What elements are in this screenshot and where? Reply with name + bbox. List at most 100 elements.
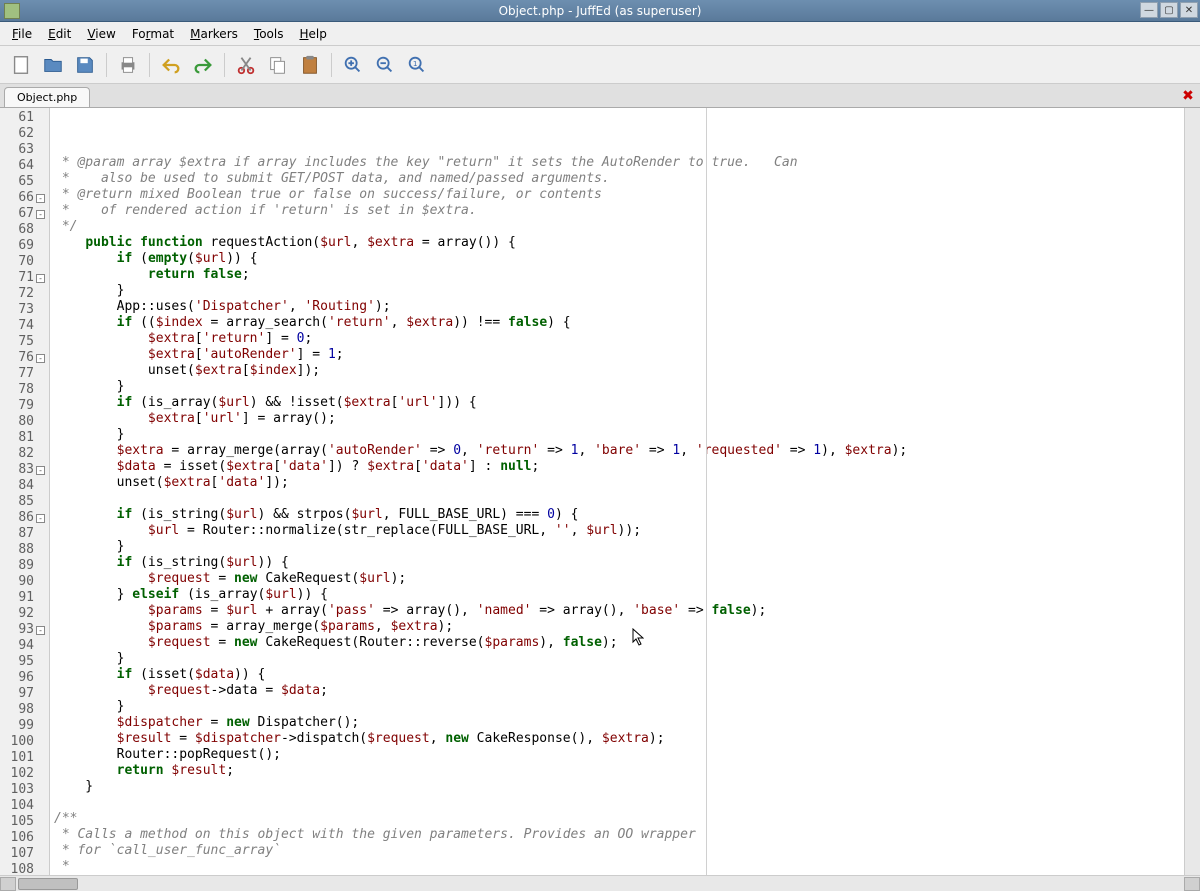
code-line[interactable]: if (is_string($url) && strpos($url, FULL… xyxy=(54,507,1184,523)
code-line[interactable]: * for `call_user_func_array` xyxy=(54,843,1184,859)
code-line[interactable]: $result = $dispatcher->dispatch($request… xyxy=(54,731,1184,747)
code-line[interactable]: return false; xyxy=(54,267,1184,283)
code-line[interactable]: $extra = array_merge(array('autoRender' … xyxy=(54,443,1184,459)
tab-bar: Object.php ✖ xyxy=(0,84,1200,108)
line-number: 79 xyxy=(0,398,49,414)
save-file-button[interactable] xyxy=(70,50,100,80)
fold-toggle-icon[interactable]: - xyxy=(36,514,45,523)
line-number: 68 xyxy=(0,222,49,238)
menu-format[interactable]: Format xyxy=(124,24,182,44)
scroll-right-button[interactable] xyxy=(1184,877,1200,891)
vertical-scrollbar[interactable] xyxy=(1184,108,1200,875)
menu-view[interactable]: View xyxy=(79,24,123,44)
line-number: 102 xyxy=(0,766,49,782)
code-line[interactable]: } xyxy=(54,651,1184,667)
code-line[interactable] xyxy=(54,795,1184,811)
code-line[interactable]: $extra['return'] = 0; xyxy=(54,331,1184,347)
menu-markers[interactable]: Markers xyxy=(182,24,246,44)
line-number: 93- xyxy=(0,622,49,638)
code-line[interactable]: /** xyxy=(54,811,1184,827)
code-line[interactable]: */ xyxy=(54,219,1184,235)
line-number: 75 xyxy=(0,334,49,350)
menu-help[interactable]: Help xyxy=(291,24,334,44)
new-file-button[interactable] xyxy=(6,50,36,80)
code-line[interactable]: if (isset($data)) { xyxy=(54,667,1184,683)
code-line[interactable]: } xyxy=(54,699,1184,715)
code-line[interactable]: * Calls a method on this object with the… xyxy=(54,827,1184,843)
code-line[interactable]: return $result; xyxy=(54,763,1184,779)
code-line[interactable]: public function requestAction($url, $ext… xyxy=(54,235,1184,251)
menu-edit[interactable]: Edit xyxy=(40,24,79,44)
scroll-left-button[interactable] xyxy=(0,877,16,891)
code-line[interactable]: } xyxy=(54,427,1184,443)
zoom-reset-button[interactable]: 1 xyxy=(402,50,432,80)
code-line[interactable]: if (is_array($url) && !isset($extra['url… xyxy=(54,395,1184,411)
line-number: 97 xyxy=(0,686,49,702)
toolbar-separator xyxy=(224,53,225,77)
code-line[interactable]: * also be used to submit GET/POST data, … xyxy=(54,171,1184,187)
close-button[interactable]: ✕ xyxy=(1180,2,1198,18)
line-number: 65 xyxy=(0,174,49,190)
fold-toggle-icon[interactable]: - xyxy=(36,194,45,203)
undo-button[interactable] xyxy=(156,50,186,80)
code-line[interactable]: if (($index = array_search('return', $ex… xyxy=(54,315,1184,331)
line-number: 94 xyxy=(0,638,49,654)
fold-toggle-icon[interactable]: - xyxy=(36,274,45,283)
app-icon xyxy=(4,3,20,19)
line-number: 86- xyxy=(0,510,49,526)
minimize-button[interactable]: — xyxy=(1140,2,1158,18)
code-line[interactable]: } xyxy=(54,539,1184,555)
tab-object-php[interactable]: Object.php xyxy=(4,87,90,107)
editor-area[interactable]: 616263646566-67-68697071-7273747576-7778… xyxy=(0,108,1200,875)
print-button[interactable] xyxy=(113,50,143,80)
zoom-out-button[interactable] xyxy=(370,50,400,80)
line-number: 87 xyxy=(0,526,49,542)
code-line[interactable]: * @return mixed Boolean true or false on… xyxy=(54,187,1184,203)
code-line[interactable]: if (empty($url)) { xyxy=(54,251,1184,267)
menu-tools[interactable]: Tools xyxy=(246,24,292,44)
code-line[interactable]: if (is_string($url)) { xyxy=(54,555,1184,571)
copy-button[interactable] xyxy=(263,50,293,80)
fold-toggle-icon[interactable]: - xyxy=(36,626,45,635)
code-line[interactable] xyxy=(54,491,1184,507)
horizontal-scrollbar[interactable] xyxy=(0,875,1200,891)
scroll-thumb[interactable] xyxy=(18,878,78,890)
code-line[interactable]: Router::popRequest(); xyxy=(54,747,1184,763)
code-line[interactable]: } elseif (is_array($url)) { xyxy=(54,587,1184,603)
code-line[interactable]: } xyxy=(54,379,1184,395)
code-line[interactable]: $data = isset($extra['data']) ? $extra['… xyxy=(54,459,1184,475)
code-line[interactable]: $request = new CakeRequest(Router::rever… xyxy=(54,635,1184,651)
code-line[interactable]: } xyxy=(54,779,1184,795)
maximize-button[interactable]: ▢ xyxy=(1160,2,1178,18)
fold-toggle-icon[interactable]: - xyxy=(36,210,45,219)
line-number: 88 xyxy=(0,542,49,558)
code-line[interactable]: * xyxy=(54,859,1184,875)
open-file-button[interactable] xyxy=(38,50,68,80)
code-line[interactable]: } xyxy=(54,283,1184,299)
code-line[interactable]: * of rendered action if 'return' is set … xyxy=(54,203,1184,219)
code-line[interactable]: $extra['autoRender'] = 1; xyxy=(54,347,1184,363)
cut-button[interactable] xyxy=(231,50,261,80)
redo-button[interactable] xyxy=(188,50,218,80)
code-line[interactable]: $extra['url'] = array(); xyxy=(54,411,1184,427)
code-line[interactable]: $request->data = $data; xyxy=(54,683,1184,699)
code-line[interactable]: unset($extra['data']); xyxy=(54,475,1184,491)
code-line[interactable]: $params = array_merge($params, $extra); xyxy=(54,619,1184,635)
zoom-in-button[interactable] xyxy=(338,50,368,80)
code-line[interactable]: unset($extra[$index]); xyxy=(54,363,1184,379)
paste-button[interactable] xyxy=(295,50,325,80)
code-line[interactable]: App::uses('Dispatcher', 'Routing'); xyxy=(54,299,1184,315)
fold-toggle-icon[interactable]: - xyxy=(36,466,45,475)
code-content[interactable]: * @param array $extra if array includes … xyxy=(50,108,1184,875)
line-number: 98 xyxy=(0,702,49,718)
code-line[interactable]: $url = Router::normalize(str_replace(FUL… xyxy=(54,523,1184,539)
line-number: 66- xyxy=(0,190,49,206)
code-line[interactable]: * @param array $extra if array includes … xyxy=(54,155,1184,171)
menu-file[interactable]: File xyxy=(4,24,40,44)
code-line[interactable]: $dispatcher = new Dispatcher(); xyxy=(54,715,1184,731)
code-line[interactable]: $params = $url + array('pass' => array()… xyxy=(54,603,1184,619)
line-number: 92 xyxy=(0,606,49,622)
code-line[interactable]: $request = new CakeRequest($url); xyxy=(54,571,1184,587)
close-tab-icon[interactable]: ✖ xyxy=(1180,88,1196,104)
fold-toggle-icon[interactable]: - xyxy=(36,354,45,363)
